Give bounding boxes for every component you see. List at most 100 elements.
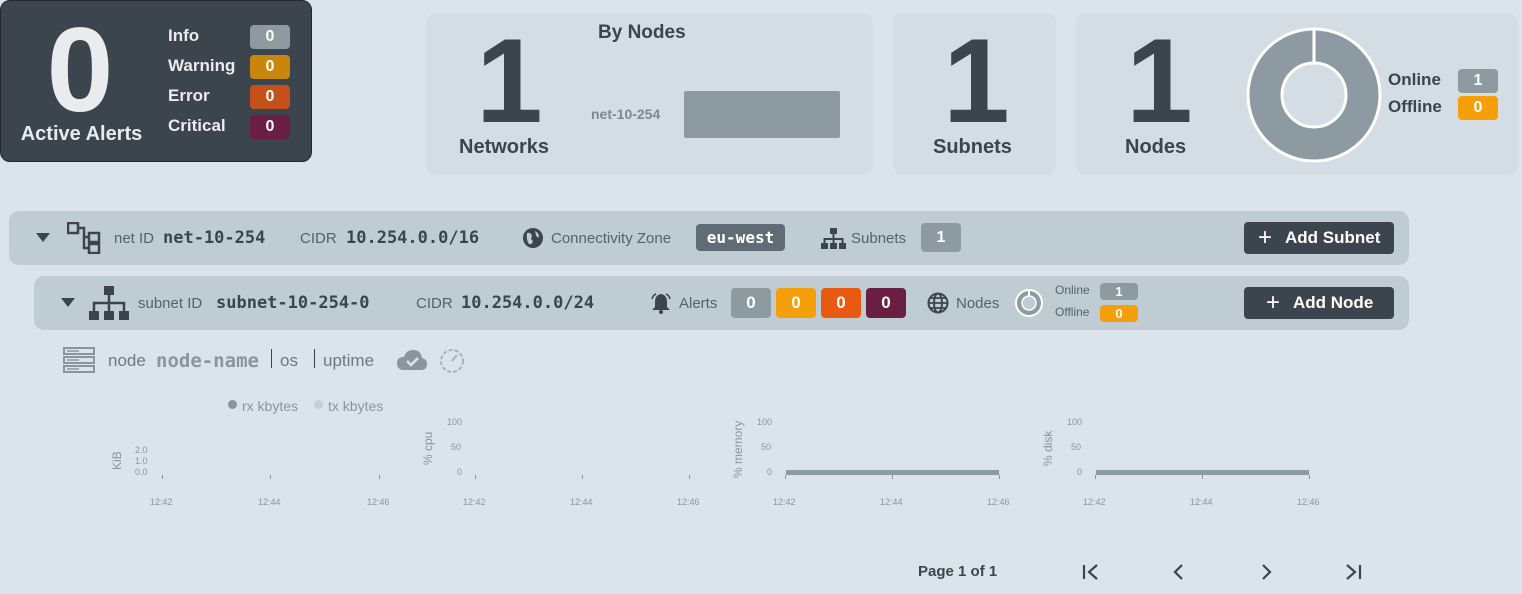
network-row[interactable]: net ID net-10-254 CIDR 10.254.0.0/16 Con… bbox=[9, 211, 1409, 265]
chart-disk-xtick: 12:44 bbox=[1190, 497, 1213, 507]
node-name-value: node-name bbox=[156, 350, 259, 372]
plus-icon: + bbox=[1266, 289, 1281, 316]
chart-category-label: net-10-254 bbox=[591, 106, 661, 122]
subnet-cidr-label: CIDR bbox=[416, 295, 453, 312]
alert-info-badge: 0 bbox=[731, 288, 771, 318]
collapse-caret-icon[interactable] bbox=[36, 233, 50, 243]
legend-rx-dot bbox=[228, 400, 237, 409]
nodes-offline-label: Offline bbox=[1388, 97, 1442, 116]
chart-kib-ylabel: KiB bbox=[110, 451, 124, 470]
legend-rx-label: rx kbytes bbox=[242, 398, 299, 414]
chart-disk-xtick: 12:42 bbox=[1083, 497, 1106, 507]
chart-cpu-ytick: 0 bbox=[457, 467, 463, 477]
previous-page-icon[interactable] bbox=[1169, 562, 1189, 582]
chart-kib-ytick: 2.0 bbox=[135, 445, 148, 455]
chart-kib-xtick-mark bbox=[162, 475, 163, 479]
chart-disk-ytick: 0 bbox=[1077, 467, 1083, 477]
first-page-icon[interactable] bbox=[1081, 562, 1101, 582]
subnets-tree-icon bbox=[821, 228, 846, 249]
collapse-caret-icon[interactable] bbox=[61, 298, 75, 308]
chart-cpu-xtick: 12:44 bbox=[570, 497, 593, 507]
chart-disk-xtick-mark bbox=[1095, 475, 1096, 479]
plus-icon: + bbox=[1258, 224, 1273, 251]
chart-disk-xtick: 12:46 bbox=[1297, 497, 1320, 507]
legend-tx-label: tx kbytes bbox=[328, 398, 384, 414]
subnets-count: 1 bbox=[943, 14, 1010, 148]
chart-cpu-ylabel: % cpu bbox=[421, 431, 435, 465]
nodes-label: Nodes bbox=[956, 295, 1000, 312]
subnet-online-label: Online bbox=[1055, 283, 1090, 297]
add-subnet-label: Add Subnet bbox=[1285, 228, 1381, 247]
alert-warning-badge: 0 bbox=[776, 288, 816, 318]
nodes-label: Nodes bbox=[1125, 136, 1187, 158]
nodes-offline-count: 0 bbox=[1458, 96, 1498, 120]
chart-memory-ytick: 100 bbox=[757, 417, 773, 427]
subnets-label: Subnets bbox=[933, 136, 1012, 158]
severity-info-count: 0 bbox=[250, 25, 290, 49]
last-page-icon[interactable] bbox=[1343, 562, 1363, 582]
alert-error-badge: 0 bbox=[821, 288, 861, 318]
severity-warning-label: Warning bbox=[168, 56, 236, 75]
node-uptime-value: uptime bbox=[323, 351, 375, 370]
active-alerts-card: 0 Active Alerts Info 0 Warning 0 Error 0… bbox=[0, 0, 312, 162]
node-label: node bbox=[108, 351, 146, 370]
chart-memory-ytick: 50 bbox=[761, 442, 772, 452]
chart-memory-xtick-mark bbox=[785, 475, 786, 479]
subnets-count-badge: 1 bbox=[921, 223, 961, 252]
server-icon bbox=[63, 347, 95, 373]
severity-error-label: Error bbox=[168, 86, 210, 105]
networks-count: 1 bbox=[476, 14, 543, 148]
chart-kib-xtick-mark bbox=[270, 475, 271, 479]
by-nodes-chart-title: By Nodes bbox=[598, 22, 686, 43]
add-node-button[interactable]: + Add Node bbox=[1244, 287, 1394, 319]
active-alerts-count: 0 bbox=[46, 3, 114, 137]
add-node-label: Add Node bbox=[1293, 293, 1374, 312]
chart-memory-ytick: 0 bbox=[767, 467, 773, 477]
chart-memory-xtick: 12:44 bbox=[880, 497, 903, 507]
severity-warning-count: 0 bbox=[250, 55, 290, 79]
nodes-online-count: 1 bbox=[1458, 69, 1498, 93]
severity-critical-count: 0 bbox=[250, 115, 290, 139]
chart-cpu-xtick-mark bbox=[475, 475, 476, 479]
chart-kib-xtick: 12:46 bbox=[367, 497, 390, 507]
chart-kib-xtick-mark bbox=[379, 475, 380, 479]
nodes-donut-chart bbox=[1246, 27, 1382, 163]
chart-disk-ytick: 50 bbox=[1071, 442, 1082, 452]
subnet-id-value: subnet-10-254-0 bbox=[216, 293, 370, 313]
globe-icon bbox=[523, 228, 543, 248]
nodes-globe-icon bbox=[927, 292, 949, 314]
net-cidr-value: 10.254.0.0/16 bbox=[346, 228, 480, 248]
chart-cpu-xtick-mark bbox=[582, 475, 583, 479]
chart-cpu-xtick: 12:42 bbox=[463, 497, 486, 507]
add-subnet-button[interactable]: + Add Subnet bbox=[1244, 222, 1394, 254]
chart-memory-xtick: 12:46 bbox=[987, 497, 1010, 507]
next-page-icon[interactable] bbox=[1256, 562, 1276, 582]
chart-cpu-xtick: 12:46 bbox=[677, 497, 700, 507]
chart-disk-ylabel: % disk bbox=[1041, 430, 1055, 466]
chart-memory-xtick: 12:42 bbox=[773, 497, 796, 507]
speedometer-icon bbox=[440, 349, 464, 373]
connectivity-zone-badge: eu-west bbox=[696, 224, 785, 251]
subnet-online-count: 1 bbox=[1100, 283, 1138, 300]
page-indicator: Page 1 of 1 bbox=[918, 563, 998, 580]
bell-icon bbox=[651, 293, 671, 314]
net-id-value: net-10-254 bbox=[163, 228, 266, 248]
chart-disk-xtick-mark bbox=[1202, 475, 1203, 479]
chart-disk-ytick: 100 bbox=[1067, 417, 1083, 427]
net-cidr-label: CIDR bbox=[300, 230, 337, 247]
active-alerts-label: Active Alerts bbox=[20, 123, 143, 145]
chart-cpu-xtick-mark bbox=[689, 475, 690, 479]
subnet-offline-count: 0 bbox=[1100, 305, 1138, 322]
cloud-check-icon bbox=[397, 350, 427, 370]
networks-card: 1 Networks By Nodes net-10-254 bbox=[426, 13, 873, 175]
subnet-row[interactable]: subnet ID subnet-10-254-0 CIDR 10.254.0.… bbox=[34, 276, 1409, 330]
nodes-status-icon bbox=[1015, 289, 1043, 317]
severity-critical-label: Critical bbox=[168, 116, 226, 135]
node-divider bbox=[271, 349, 272, 368]
connectivity-zone-label: Connectivity Zone bbox=[551, 230, 672, 247]
net-id-label: net ID bbox=[114, 230, 155, 247]
chart-memory-xtick-mark bbox=[892, 475, 893, 479]
networks-label: Networks bbox=[459, 136, 550, 158]
chart-kib-xtick: 12:42 bbox=[150, 497, 173, 507]
legend-tx-dot bbox=[314, 400, 323, 409]
